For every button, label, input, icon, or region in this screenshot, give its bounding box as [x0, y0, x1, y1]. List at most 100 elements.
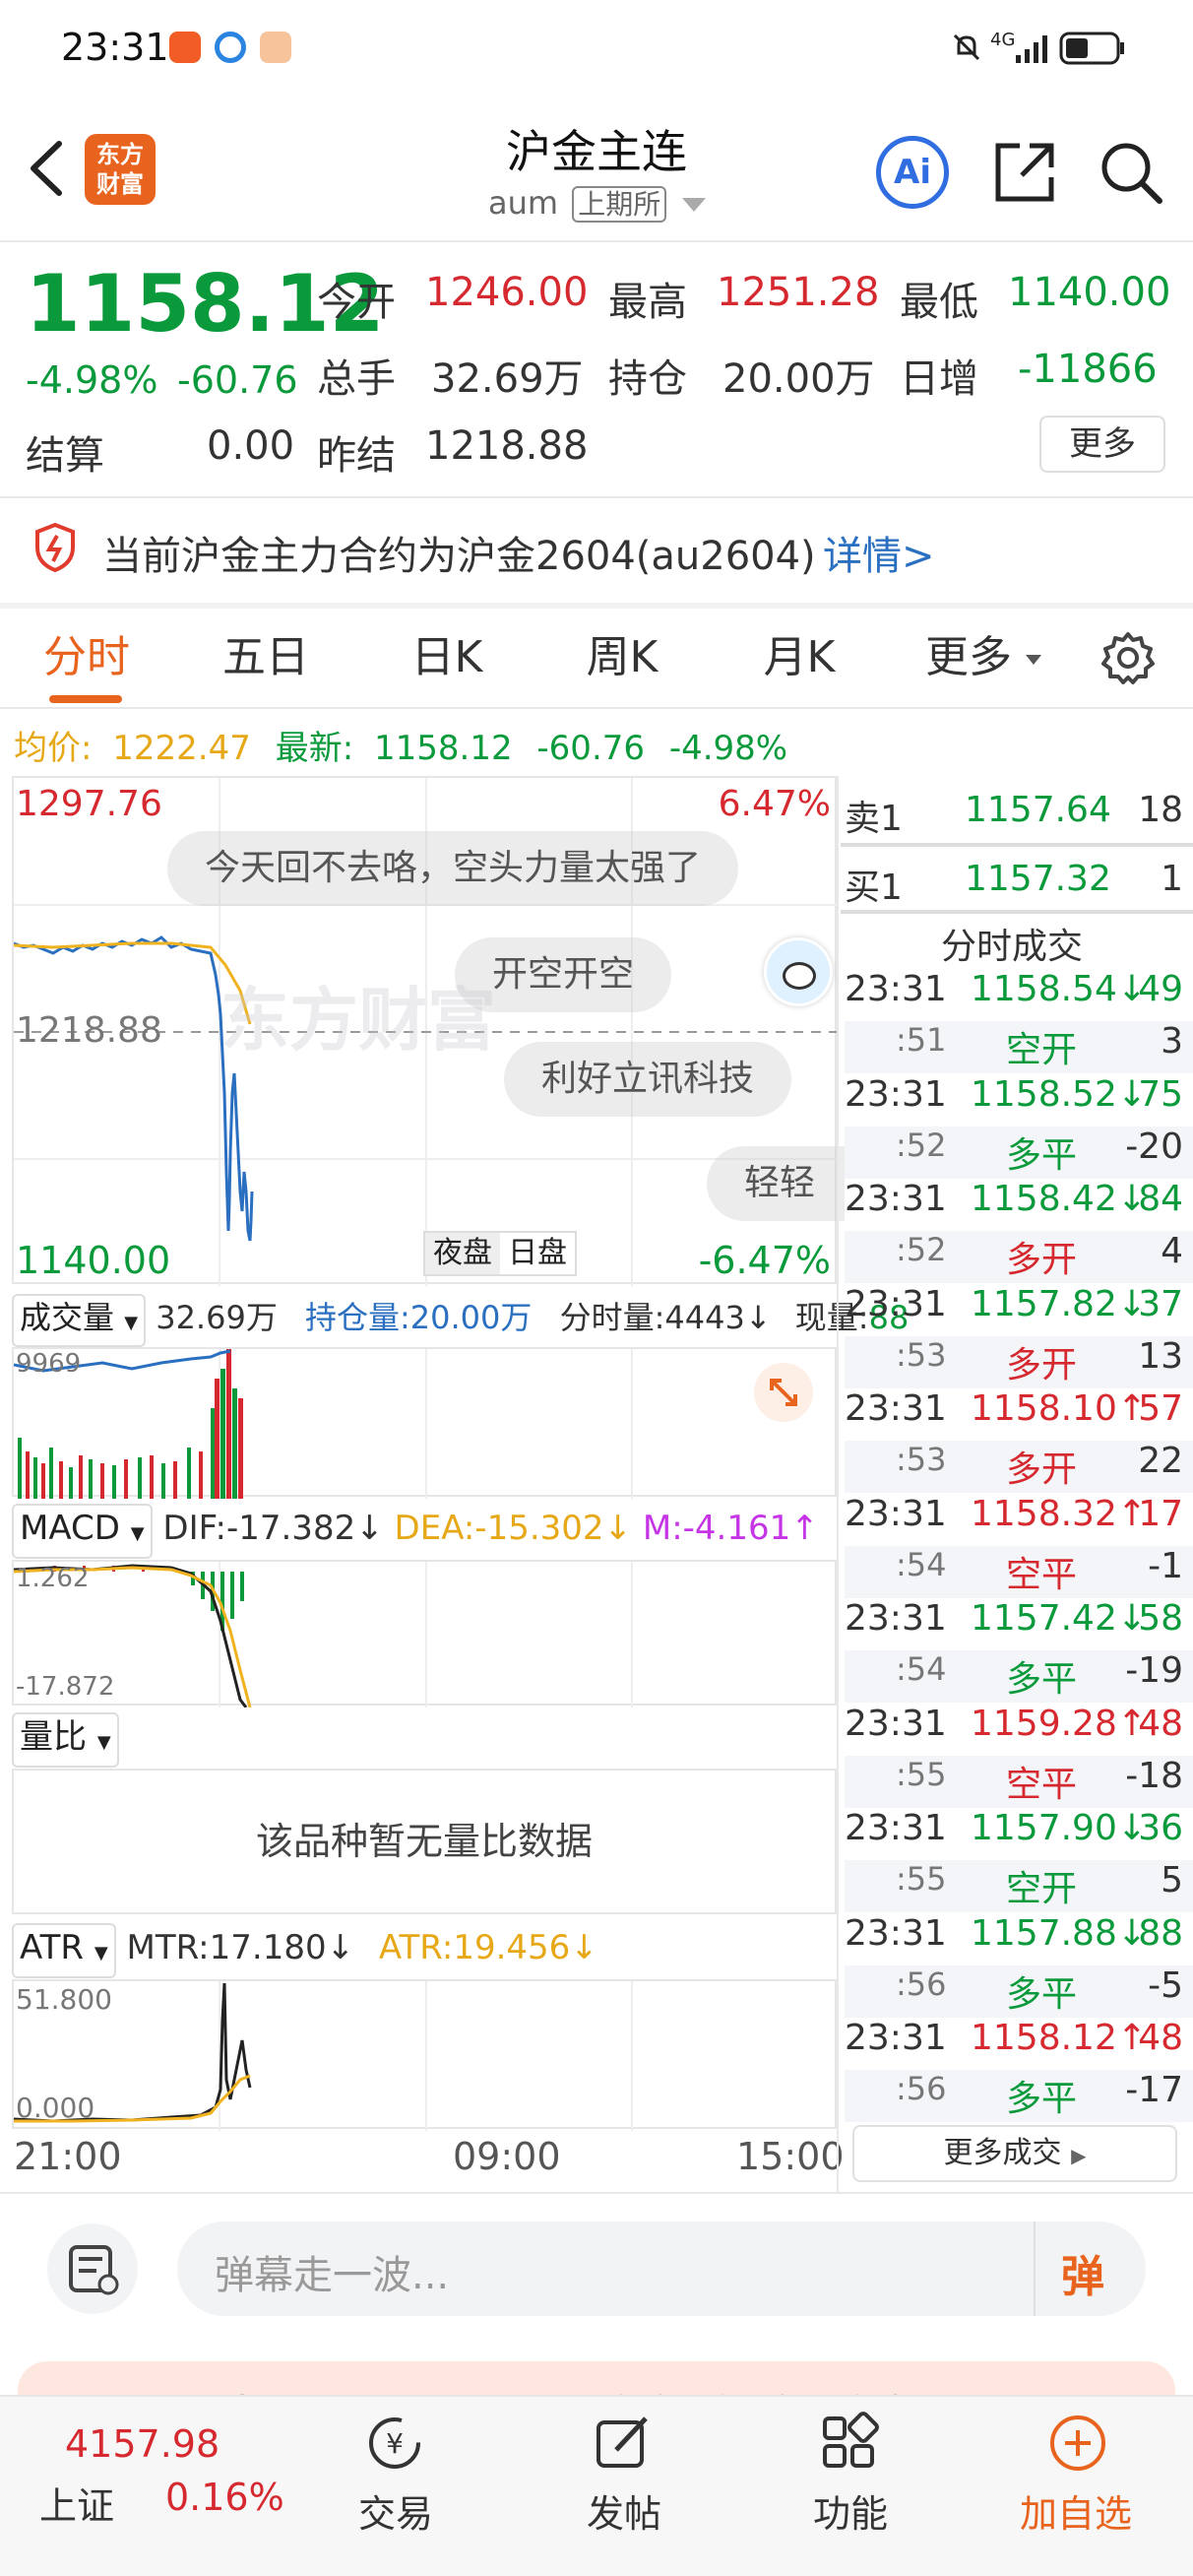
tab-more[interactable]: 更多 — [919, 609, 1047, 707]
mascot-avatar[interactable] — [764, 937, 833, 1006]
volume-selector-label: 成交量 — [20, 1299, 115, 1336]
trade-price: 1159.28↑ — [971, 1704, 1147, 1744]
trade-price-value: 1158.10 — [971, 1388, 1117, 1429]
trade-volume: 17 — [1138, 1493, 1183, 1534]
trade-qty: 22 — [1138, 1441, 1183, 1481]
tab-weekly-k[interactable]: 周K — [553, 609, 691, 707]
nav-functions[interactable]: 功能 — [813, 2483, 888, 2538]
nav-post[interactable]: 发帖 — [587, 2483, 661, 2538]
trade-time: 23:31 — [845, 1703, 947, 1744]
trade-kind: 空开 — [1005, 1030, 1077, 1070]
add-watchlist-icon[interactable] — [1043, 2409, 1112, 2478]
arrow-up-icon: ↑ — [790, 1509, 819, 1548]
index-pct[interactable]: 0.16% — [165, 2476, 284, 2519]
triangle-down-icon: ▼ — [94, 1943, 108, 1964]
trade-volume: 57 — [1138, 1388, 1183, 1429]
atr-axis-bottom: 0.000 — [16, 2092, 95, 2124]
tab-five-day[interactable]: 五日 — [197, 609, 335, 707]
divider — [0, 496, 1193, 498]
nav-trade[interactable]: 交易 — [358, 2483, 433, 2538]
trade-row: 23:31 1157.42↓ 58:54 多平 -19 — [845, 1598, 1193, 1703]
trade-second: :54 — [896, 1545, 947, 1583]
trade-qty: -5 — [1148, 1964, 1183, 2006]
oi-label: 持仓 — [608, 356, 687, 402]
index-name[interactable]: 上证 — [39, 2476, 114, 2530]
ratio-selector[interactable]: 量比 ▼ — [12, 1712, 119, 1768]
functions-icon[interactable] — [815, 2409, 884, 2478]
nav-add-watchlist[interactable]: 加自选 — [1020, 2483, 1132, 2538]
trade-qty: -20 — [1125, 1126, 1183, 1167]
search-icon[interactable] — [1097, 138, 1165, 207]
ratio-panel-header: 量比 ▼ — [12, 1706, 837, 1769]
buy-price: 1157.32 — [965, 859, 1111, 899]
notice-detail-link[interactable]: 详情> — [823, 524, 935, 581]
latest-label: 最新: — [275, 729, 354, 768]
trade-qty: 3 — [1161, 1021, 1183, 1062]
trade-kind: 空开 — [1005, 1869, 1077, 1909]
danmaku-input[interactable]: 弹幕走一波... 弹 — [177, 2222, 1146, 2316]
danmaku-send-button[interactable]: 弹 — [1061, 2241, 1104, 2304]
alert-shield-icon — [33, 522, 77, 573]
divider — [841, 910, 1193, 914]
latest-value: 1158.12 — [373, 729, 513, 768]
trade-icon[interactable]: ¥ — [360, 2409, 429, 2478]
volume-selector[interactable]: 成交量 ▼ — [12, 1294, 147, 1347]
settle-label: 结算 — [26, 433, 104, 479]
latest-change: -60.76 — [536, 729, 646, 768]
prev-settle-label: 昨结 — [317, 433, 396, 479]
trade-price-value: 1157.82 — [971, 1283, 1117, 1324]
change-pct: -4.98% — [26, 358, 158, 402]
macd-dif: DIF:-17.382 — [162, 1509, 356, 1548]
trade-row: 23:31 1158.32↑ 17:54 空平 -1 — [845, 1494, 1193, 1598]
trade-price-value: 1157.42 — [971, 1598, 1117, 1639]
index-value[interactable]: 4157.98 — [65, 2422, 220, 2466]
open-value: 1246.00 — [425, 270, 589, 315]
trade-kind: 多开 — [1005, 1344, 1077, 1385]
trade-price-value: 1159.28 — [971, 1703, 1117, 1744]
trade-price: 1158.12↑ — [971, 2018, 1147, 2058]
avg-value: 1222.47 — [112, 729, 251, 768]
post-icon[interactable] — [589, 2409, 658, 2478]
tab-monthly-k[interactable]: 月K — [730, 609, 868, 707]
trade-price: 1158.10↑ — [971, 1388, 1147, 1429]
trade-volume: 48 — [1138, 1703, 1183, 1744]
app-root: 23:31 4G 东方 财富 沪金主连 aum 上期所 Ai 1158.12 -4… — [0, 0, 1193, 2576]
intraday-chart[interactable]: 东方财富 1297.76 6.47% 1218.88 1140.00 -6.47… — [12, 776, 845, 1286]
night-session-button[interactable]: 夜盘 — [425, 1233, 500, 1274]
expand-icon[interactable] — [754, 1363, 813, 1422]
trade-time: 23:31 — [845, 1808, 947, 1848]
danmaku-input-placeholder: 弹幕走一波... — [215, 2253, 450, 2298]
comment-list-icon[interactable] — [47, 2223, 138, 2314]
trade-price-value: 1157.88 — [971, 1912, 1117, 1954]
exchange-selector[interactable]: aum 上期所 — [488, 183, 707, 226]
atr-selector[interactable]: ATR ▼ — [12, 1923, 116, 1978]
signal-icon — [1014, 30, 1053, 65]
trade-time: 23:31 — [845, 1388, 947, 1429]
trade-row: 23:31 1158.42↓ 84:52 多开 4 — [845, 1179, 1193, 1283]
day-session-button[interactable]: 日盘 — [500, 1233, 575, 1274]
tab-intraday[interactable]: 分时 — [18, 609, 156, 707]
arrow-down-icon: ↓ — [570, 1928, 598, 1967]
chart-top-price: 1297.76 — [16, 784, 162, 824]
trade-time: 23:31 — [845, 1912, 947, 1954]
divider — [0, 2192, 1193, 2194]
ai-button[interactable]: Ai — [876, 136, 949, 209]
macd-dea: DEA:-15.302 — [394, 1509, 604, 1548]
tab-daily-k[interactable]: 日K — [378, 609, 516, 707]
trade-time: 23:31 — [845, 1493, 947, 1534]
trade-volume: 88 — [1138, 1912, 1183, 1954]
trade-row: 23:31 1158.54↓ 49:51 空开 3 — [845, 969, 1193, 1073]
trade-volume: 58 — [1138, 1598, 1183, 1639]
share-icon[interactable] — [990, 138, 1059, 207]
trade-kind: 多平 — [1005, 1134, 1077, 1176]
more-trades-button[interactable]: 更多成交 ▶ — [852, 2125, 1177, 2182]
trade-qty: 5 — [1161, 1860, 1183, 1900]
mascot-face-icon — [783, 962, 816, 990]
more-quote-button[interactable]: 更多 — [1039, 416, 1165, 473]
settings-gear-icon[interactable] — [1099, 628, 1158, 687]
volume-chart: 9969 — [12, 1347, 837, 1499]
network-type: 4G — [990, 30, 1016, 50]
macd-selector[interactable]: MACD ▼ — [12, 1504, 153, 1559]
ratio-selector-label: 量比 — [20, 1717, 87, 1757]
trade-second: :55 — [896, 1755, 947, 1793]
